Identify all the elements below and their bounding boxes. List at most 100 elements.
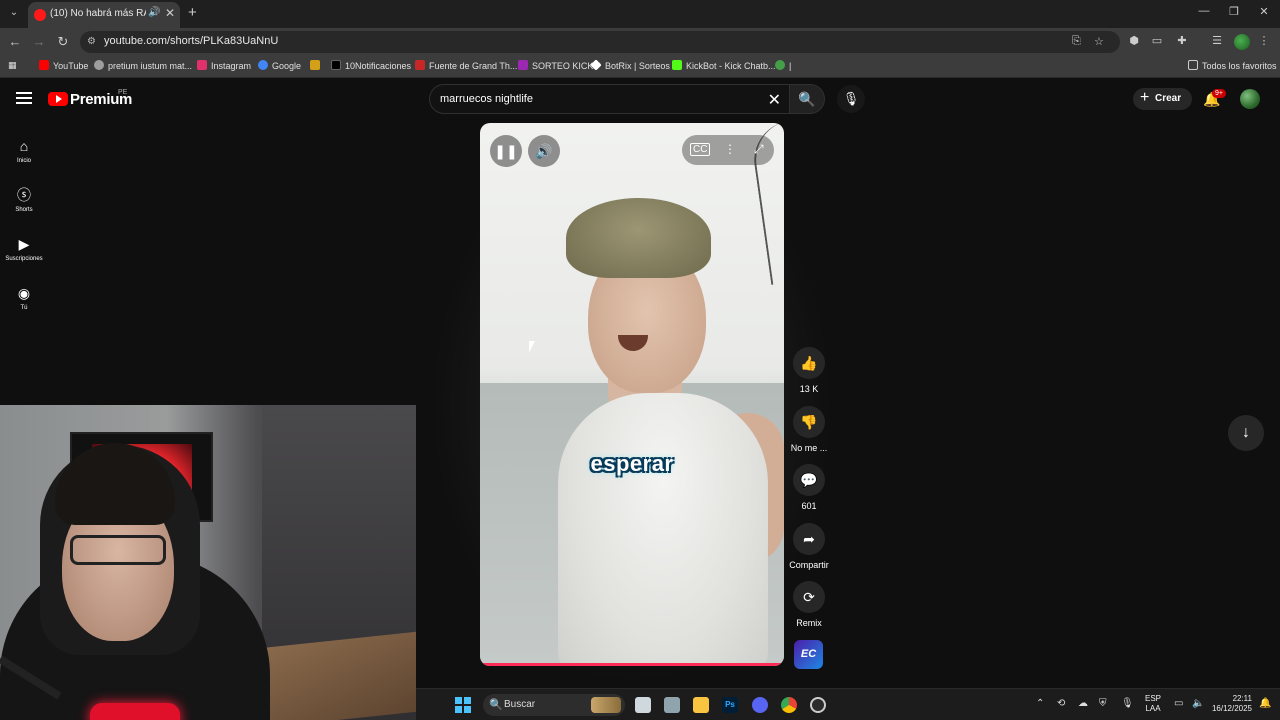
bookmark-youtube[interactable]: YouTube bbox=[39, 60, 88, 71]
reading-list-icon[interactable]: ☰ bbox=[1209, 34, 1225, 47]
video-person-hat bbox=[566, 198, 711, 278]
extension-2-icon[interactable]: ▭ bbox=[1149, 34, 1165, 47]
share-icon[interactable]: ➦ bbox=[793, 523, 825, 555]
remix-action[interactable]: ⟳ Remix bbox=[788, 581, 830, 628]
bookmark-10notificaciones[interactable]: 10Notificaciones bbox=[331, 60, 411, 71]
tab-search-chevron-icon[interactable]: ⌄ bbox=[6, 5, 22, 21]
extensions-puzzle-icon[interactable]: ✚ bbox=[1174, 34, 1190, 47]
sidebar-item-shorts[interactable]: ⓢ Shorts bbox=[0, 177, 48, 225]
more-options-icon[interactable]: ⋮ bbox=[724, 142, 736, 156]
sound-thumbnail[interactable]: EC bbox=[794, 640, 823, 669]
notifications-tray-icon[interactable]: 🔔 bbox=[1259, 698, 1271, 709]
bookmark-badge[interactable]: | bbox=[775, 60, 791, 71]
bookmark-instagram[interactable]: Instagram bbox=[197, 60, 251, 71]
app-icon[interactable] bbox=[664, 697, 680, 713]
fullscreen-icon[interactable]: ⤢ bbox=[754, 142, 764, 157]
keyboard-language[interactable]: ESP LAA bbox=[1145, 694, 1161, 714]
taskbar-search[interactable]: 🔍 Buscar bbox=[483, 694, 625, 716]
tray-mic-icon[interactable]: 🎙 bbox=[1121, 698, 1134, 709]
tab-audio-icon[interactable]: 🔊 bbox=[148, 7, 160, 18]
like-action[interactable]: 👍 13 K bbox=[788, 347, 830, 394]
volume-tray-icon[interactable]: 🔈 bbox=[1192, 698, 1204, 709]
tray-shield-icon[interactable]: ⛨ bbox=[1099, 698, 1107, 709]
bookmark-star-icon[interactable]: ☆ bbox=[1094, 35, 1104, 48]
clear-search-icon[interactable]: ✕ bbox=[768, 90, 781, 110]
site-info-icon[interactable]: ⚙ bbox=[87, 36, 96, 47]
bookmark-google[interactable]: Google bbox=[258, 60, 301, 71]
sidebar-item-subscriptions[interactable]: ▶ Suscripciones bbox=[0, 226, 48, 274]
network-icon[interactable]: ▭ bbox=[1174, 698, 1183, 709]
all-bookmarks[interactable]: Todos los favoritos bbox=[1188, 60, 1277, 71]
comments-icon[interactable]: 💬 bbox=[793, 464, 825, 496]
browser-tab-active[interactable]: (10) No habrá más RAMs - 🔊 ✕ bbox=[28, 2, 180, 28]
search-input[interactable]: marruecos nightlife ✕ bbox=[429, 84, 789, 114]
restore-icon[interactable]: ❐ bbox=[1224, 5, 1244, 18]
browser-menu-icon[interactable]: ⋮ bbox=[1256, 34, 1272, 47]
pause-button[interactable]: ❚❚ bbox=[490, 135, 522, 167]
address-bar[interactable]: ⚙ youtube.com/shorts/PLKa83UaNnU ⎘ ☆ bbox=[80, 31, 1120, 53]
tab-close-icon[interactable]: ✕ bbox=[165, 6, 175, 20]
chrome-icon[interactable] bbox=[781, 697, 797, 713]
new-tab-icon[interactable]: + bbox=[188, 4, 197, 21]
url-text[interactable]: youtube.com/shorts/PLKa83UaNnU bbox=[104, 35, 278, 47]
remix-label: Remix bbox=[796, 618, 822, 628]
next-short-button[interactable]: ↓ bbox=[1228, 415, 1264, 451]
tray-overflow-icon[interactable]: ⌃ bbox=[1036, 698, 1044, 709]
shorts-video-player[interactable]: esperar ❚❚ 🔊 CC ⋮ ⤢ bbox=[480, 123, 784, 666]
voice-search-button[interactable]: 🎙 bbox=[837, 85, 865, 113]
back-icon[interactable]: ← bbox=[6, 34, 24, 49]
video-progress-bar[interactable] bbox=[480, 663, 784, 666]
forward-icon[interactable]: → bbox=[30, 34, 48, 49]
dislike-label: No me ... bbox=[790, 443, 828, 453]
volume-button[interactable]: 🔊 bbox=[528, 135, 560, 167]
bookmark-pretium[interactable]: pretium iustum mat... bbox=[94, 60, 192, 71]
bookmark-botrix[interactable]: BotRix | Sorteos bbox=[590, 59, 670, 71]
bookmarks-bar: ▦ YouTube pretium iustum mat... Instagra… bbox=[0, 56, 1280, 78]
tray-onedrive-icon[interactable]: ☁ bbox=[1078, 698, 1088, 709]
minimize-icon[interactable]: — bbox=[1194, 5, 1214, 17]
browser-profile-avatar[interactable] bbox=[1234, 34, 1250, 50]
user-avatar[interactable] bbox=[1240, 89, 1260, 109]
bookmark-gta-source[interactable]: Fuente de Grand Th... bbox=[415, 60, 517, 71]
comments-action[interactable]: 💬 601 bbox=[788, 464, 830, 511]
apps-grid-icon[interactable]: ▦ bbox=[8, 60, 17, 71]
remix-icon[interactable]: ⟳ bbox=[793, 581, 825, 613]
bookmark-kickbot[interactable]: KickBot - Kick Chatb... bbox=[672, 60, 776, 71]
closed-captions-icon[interactable]: CC bbox=[690, 143, 711, 156]
file-explorer-icon[interactable] bbox=[693, 697, 709, 713]
windows-start-icon[interactable] bbox=[455, 697, 471, 713]
dislike-action[interactable]: 👎 No me ... bbox=[788, 406, 830, 453]
window-close-icon[interactable]: ✕ bbox=[1254, 5, 1274, 18]
photoshop-icon[interactable]: Ps bbox=[722, 697, 738, 713]
create-button[interactable]: Crear bbox=[1133, 87, 1192, 110]
like-icon[interactable]: 👍 bbox=[793, 347, 825, 379]
google-icon bbox=[258, 60, 268, 70]
sidebar-item-label: Inicio bbox=[16, 158, 31, 164]
share-action[interactable]: ➦ Compartir bbox=[788, 523, 830, 570]
youtube-logo-icon[interactable] bbox=[48, 92, 68, 106]
pause-icon: ❚❚ bbox=[494, 143, 518, 159]
search-icon: 🔍 bbox=[798, 91, 816, 107]
menu-hamburger-icon[interactable] bbox=[16, 92, 32, 104]
sidebar-item-label: Suscripciones bbox=[5, 256, 43, 262]
taskbar-search-placeholder: Buscar bbox=[504, 699, 536, 710]
install-app-icon[interactable]: ⎘ bbox=[1072, 35, 1081, 48]
extension-icon[interactable]: ⬢ bbox=[1126, 34, 1142, 47]
search-button[interactable]: 🔍 bbox=[789, 84, 825, 114]
bookmark-sorteo-kick[interactable]: SORTEO KICK bbox=[518, 60, 593, 71]
reload-icon[interactable]: ↻ bbox=[54, 34, 72, 50]
task-view-icon[interactable] bbox=[635, 697, 651, 713]
tray-sync-icon[interactable]: ⟲ bbox=[1057, 698, 1065, 709]
dislike-icon[interactable]: 👎 bbox=[793, 406, 825, 438]
search-query[interactable]: marruecos nightlife bbox=[440, 93, 533, 105]
clock[interactable]: 22:11 16/12/2025 bbox=[1206, 694, 1252, 714]
sidebar-item-label: Shorts bbox=[15, 207, 33, 213]
discord-icon[interactable] bbox=[752, 697, 768, 713]
app-2-icon[interactable] bbox=[810, 697, 826, 713]
sidebar-item-home[interactable]: ⌂ Inicio bbox=[0, 128, 48, 176]
sidebar-item-you[interactable]: ◉ Tú bbox=[0, 275, 48, 323]
x-icon bbox=[331, 60, 341, 70]
country-code: PE bbox=[118, 89, 128, 96]
bookmark-unnamed[interactable] bbox=[310, 60, 324, 71]
kickbot-icon bbox=[672, 60, 682, 70]
